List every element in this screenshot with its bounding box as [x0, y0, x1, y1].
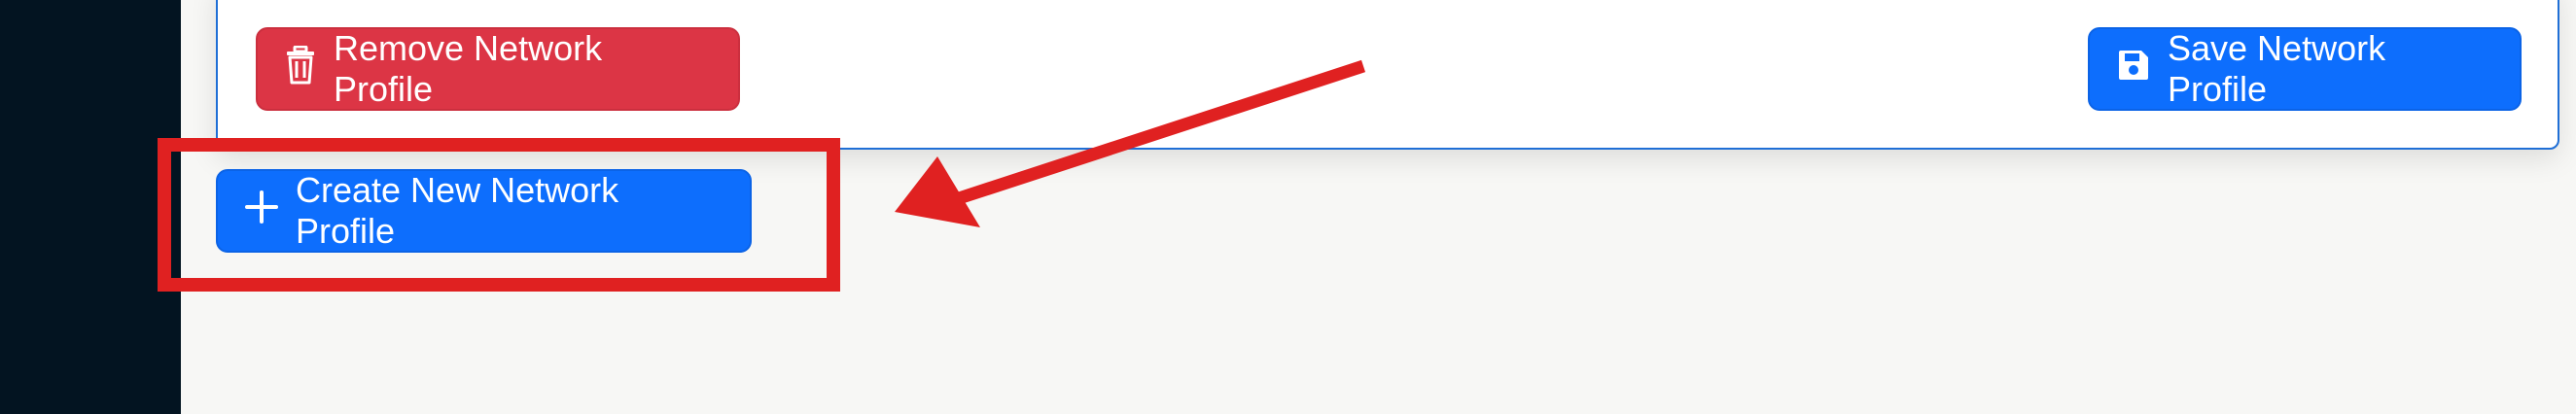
- save-button-label: Save Network Profile: [2168, 28, 2386, 109]
- remove-network-profile-button[interactable]: Remove Network Profile: [256, 27, 740, 111]
- trash-icon: [285, 45, 316, 93]
- remove-button-label: Remove Network Profile: [334, 28, 603, 109]
- annotation-arrow: [895, 59, 1366, 227]
- floppy-disk-icon: [2117, 49, 2150, 90]
- save-network-profile-button[interactable]: Save Network Profile: [2088, 27, 2522, 111]
- annotation-highlight-box: [158, 138, 840, 292]
- sidebar: [0, 0, 181, 414]
